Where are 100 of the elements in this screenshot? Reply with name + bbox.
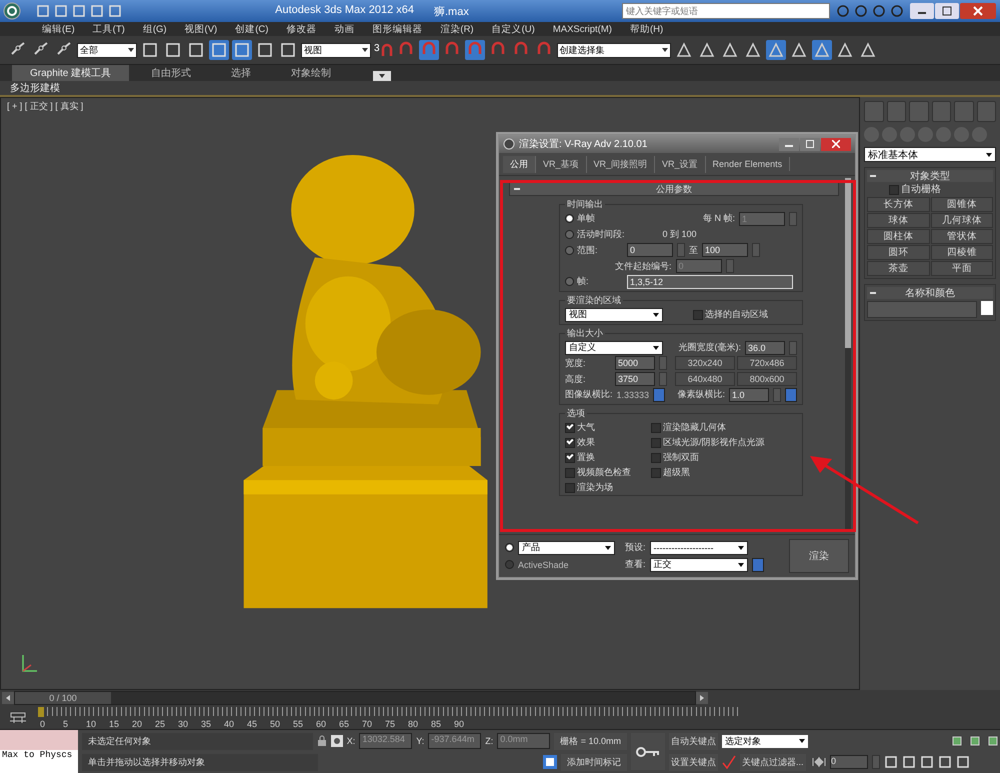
set-key-button[interactable]	[631, 733, 665, 770]
next-button[interactable]	[696, 692, 708, 704]
current-frame-marker[interactable]	[38, 707, 44, 717]
viewport[interactable]	[0, 97, 860, 690]
dialog-tab[interactable]: VR_设置	[655, 156, 706, 172]
menu-item[interactable]: 组(G)	[142, 22, 167, 36]
checkbox[interactable]: 选择的自动区域	[693, 309, 768, 320]
radio-button[interactable]: 范围:	[565, 244, 623, 256]
number-field[interactable]: 0	[627, 243, 673, 257]
checkbox[interactable]: 区域光源/阴影视作点光源	[651, 437, 797, 448]
dialog-tab[interactable]: 公用	[503, 156, 536, 172]
object-type-button[interactable]: 长方体	[867, 197, 930, 212]
checkbox[interactable]: 自动栅格	[889, 184, 993, 195]
preset-button[interactable]: 320x240	[675, 356, 735, 370]
category-dropdown[interactable]: 标准基本体	[864, 147, 996, 162]
object-type-button[interactable]: 球体	[867, 213, 930, 228]
frame-counter[interactable]: 0 / 100	[15, 692, 111, 704]
color-swatch[interactable]	[981, 301, 993, 315]
set-key-mode-button[interactable]: 设置关键点	[669, 754, 718, 770]
radio-button[interactable]	[505, 543, 514, 552]
checkbox[interactable]: 大气	[565, 422, 651, 433]
preset-button[interactable]: 640x480	[675, 372, 735, 386]
preset-button[interactable]: 720x486	[737, 356, 797, 370]
ribbon-tab[interactable]: 自由形式	[133, 65, 210, 81]
frame-field[interactable]: 0	[830, 755, 868, 769]
dialog-tab[interactable]: VR_基项	[536, 156, 587, 172]
checkbox[interactable]: 强制双面	[651, 452, 797, 463]
key-filters-button[interactable]: 关键点过滤器...	[740, 754, 806, 770]
object-type-button[interactable]: 圆环	[867, 245, 930, 260]
number-field[interactable]: 3750	[615, 372, 655, 386]
radio-button[interactable]	[505, 560, 514, 569]
object-type-button[interactable]: 管状体	[930, 229, 993, 244]
number-field[interactable]: 1.0	[729, 388, 769, 402]
ribbon-menu-button[interactable]	[373, 71, 392, 81]
close-button[interactable]	[821, 138, 851, 150]
dialog-tab[interactable]: VR_间接照明	[586, 156, 656, 172]
menu-item[interactable]: 工具(T)	[92, 22, 125, 36]
view-dropdown[interactable]: 正交	[650, 558, 748, 572]
listener-field[interactable]: Max to Physcs	[0, 750, 78, 773]
menu-item[interactable]: 动画	[334, 22, 354, 36]
menu-item[interactable]: 图形编辑器	[372, 22, 422, 36]
menu-item[interactable]: 渲染(R)	[440, 22, 474, 36]
selection-filter-dropdown[interactable]: 全部	[77, 42, 137, 58]
track-bar[interactable]: 0 5 10 15 20 25 30 35 40 45 50 55 60 65 70 75 80 85 90	[38, 707, 738, 729]
object-type-button[interactable]: 几何球体	[930, 213, 993, 228]
search-field[interactable]: 键入关键字或短语	[622, 3, 830, 19]
playback-icon[interactable]	[812, 757, 826, 767]
maximize-button[interactable]	[935, 3, 959, 19]
close-button[interactable]	[960, 3, 996, 19]
radio-button[interactable]: 单帧	[565, 212, 595, 225]
menu-item[interactable]: 帮助(H)	[630, 22, 664, 36]
output-size-dropdown[interactable]: 自定义	[565, 340, 663, 354]
track-bar-icon[interactable]	[8, 711, 28, 725]
add-time-tag-button[interactable]: 添加时间标记	[561, 754, 627, 770]
snap-toggle-button[interactable]: 3	[374, 43, 393, 57]
checkbox[interactable]: 渲染隐藏几何体	[651, 422, 797, 433]
radio-button[interactable]: 活动时间段:	[565, 228, 625, 241]
scrollbar-thumb[interactable]	[845, 178, 851, 348]
viewport-label[interactable]: [ + ] [ 正交 ] [ 真实 ]	[7, 100, 84, 113]
key-mode-dropdown[interactable]: 选定对象	[722, 734, 808, 748]
object-type-button[interactable]: 平面	[930, 261, 993, 276]
number-field[interactable]: 36.0	[745, 340, 785, 354]
menu-item[interactable]: 视图(V)	[184, 22, 218, 36]
object-type-button[interactable]: 四棱锥	[930, 245, 993, 260]
auto-key-button[interactable]: 自动关键点	[669, 732, 718, 750]
menu-item[interactable]: 编辑(E)	[42, 22, 75, 36]
ribbon-tab[interactable]: 对象绘制	[273, 65, 350, 81]
render-mode-dropdown[interactable]: 产品	[518, 540, 615, 554]
object-type-button[interactable]: 圆柱体	[867, 229, 930, 244]
menu-item[interactable]: MAXScript(M)	[552, 24, 612, 34]
checkbox[interactable]: 渲染为场	[565, 482, 651, 493]
frames-field[interactable]: 1,3,5-12	[627, 274, 793, 288]
radio-label[interactable]: ActiveShade	[518, 560, 569, 570]
ribbon-panel-tab[interactable]: 多边形建模	[10, 83, 60, 94]
number-field[interactable]: 5000	[615, 356, 655, 370]
rollout-header[interactable]: 公用参数	[656, 182, 692, 196]
radio-button[interactable]: 帧:	[565, 275, 623, 288]
menu-item[interactable]: 修改器	[286, 22, 316, 36]
preset-dropdown[interactable]: --------------------	[650, 540, 748, 554]
preset-button[interactable]: 800x600	[737, 372, 797, 386]
listener-field[interactable]	[0, 730, 78, 750]
object-type-button[interactable]: 圆锥体	[930, 197, 993, 212]
reference-coordinate-dropdown[interactable]: 视图	[301, 42, 371, 58]
render-button[interactable]: 渲染	[789, 539, 849, 573]
named-selection-dropdown[interactable]: 创建选择集	[556, 42, 671, 58]
object-type-button[interactable]: 茶壶	[867, 261, 930, 276]
checkbox[interactable]: 视频颜色检查	[565, 467, 651, 478]
area-dropdown[interactable]: 视图	[565, 308, 663, 322]
menu-item[interactable]: 创建(C)	[235, 22, 268, 36]
dialog-tab[interactable]: Render Elements	[706, 157, 790, 171]
previous-button[interactable]	[2, 692, 14, 704]
checkbox[interactable]: 超级黑	[651, 467, 797, 478]
minimize-button[interactable]	[910, 3, 934, 19]
checkbox[interactable]: 效果	[565, 437, 651, 448]
name-field[interactable]	[867, 301, 977, 318]
checkbox[interactable]: 置换	[565, 452, 651, 463]
ribbon-tab[interactable]: Graphite 建模工具	[12, 65, 130, 81]
number-field[interactable]: 100	[702, 243, 748, 257]
ribbon-tab[interactable]: 选择	[213, 65, 270, 81]
menu-item[interactable]: 自定义(U)	[492, 22, 535, 36]
